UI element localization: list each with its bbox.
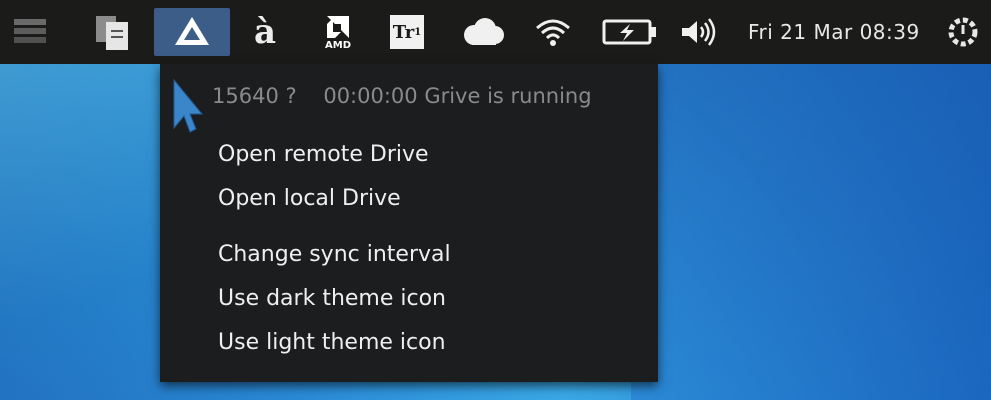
wifi-icon[interactable] <box>530 8 576 56</box>
menu-item-use-light-theme-icon[interactable]: Use light theme icon <box>218 330 446 355</box>
amazon-glyph: à <box>253 12 277 52</box>
amd-icon[interactable]: AMD <box>316 8 360 56</box>
drawer-icon[interactable] <box>6 8 54 56</box>
menu-item-change-sync-interval[interactable]: Change sync interval <box>218 242 451 267</box>
menu-item-open-remote-drive[interactable]: Open remote Drive <box>218 142 429 167</box>
translator-sub: 1 <box>414 26 422 38</box>
wallpaper-dark-area <box>631 60 991 400</box>
translator-icon[interactable]: Tr 1 <box>382 8 432 56</box>
clipboard-icon[interactable] <box>86 8 138 56</box>
google-drive-icon[interactable] <box>154 8 230 56</box>
grive-indicator-menu: 15640 ? 00:00:00 Grive is running Open r… <box>160 64 658 382</box>
battery-icon[interactable] <box>600 8 660 56</box>
volume-icon[interactable] <box>676 8 722 56</box>
menu-item-use-dark-theme-icon[interactable]: Use dark theme icon <box>218 286 446 311</box>
amazon-icon[interactable]: à <box>240 8 290 56</box>
menu-item-open-local-drive[interactable]: Open local Drive <box>218 186 401 211</box>
top-panel: à AMD Tr 1 Fri 21 Mar 08:39 <box>0 0 991 64</box>
mouse-cursor-icon <box>173 78 204 133</box>
amd-label: AMD <box>325 39 351 51</box>
cloud-icon[interactable] <box>456 8 510 56</box>
grive-status-text: 15640 ? 00:00:00 Grive is running <box>212 84 592 108</box>
clock-label[interactable]: Fri 21 Mar 08:39 <box>748 20 920 44</box>
translator-label: Tr <box>392 21 415 43</box>
power-gear-icon[interactable] <box>940 8 986 56</box>
